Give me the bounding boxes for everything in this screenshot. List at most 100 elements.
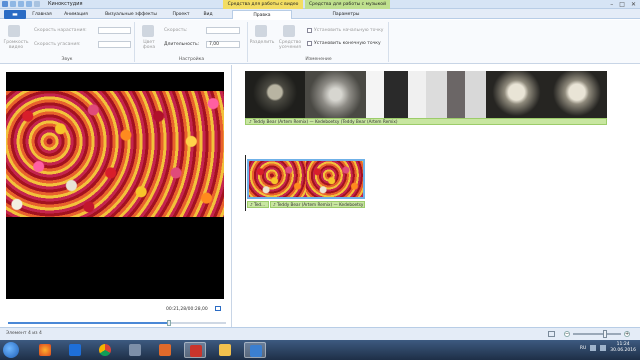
set-end-label[interactable]: Установить конечную точку: [314, 41, 381, 46]
duration-combo[interactable]: 7,00: [206, 41, 240, 48]
video-preview[interactable]: [6, 72, 224, 299]
fade-in-combo[interactable]: [98, 27, 131, 34]
taskbar-movie-maker[interactable]: [244, 342, 266, 358]
background-color-icon[interactable]: [142, 25, 154, 37]
network-icon[interactable]: [590, 345, 597, 351]
quick-access-toolbar: [2, 1, 40, 7]
taskbar-app-4[interactable]: [124, 342, 146, 358]
zoom-out-button[interactable]: −: [564, 331, 570, 337]
clock[interactable]: 11:24 30.06.2016: [610, 342, 636, 354]
tab-view[interactable]: Вид: [198, 10, 218, 19]
clip-thumbnail: [306, 161, 363, 197]
tab-animations[interactable]: Анимация: [60, 10, 92, 19]
volume-icon[interactable]: [600, 345, 607, 351]
video-frame-roses: [6, 91, 224, 217]
start-button[interactable]: [3, 342, 19, 358]
video-volume-label: Громкость видео: [3, 40, 29, 50]
zoom-in-button[interactable]: +: [624, 331, 630, 337]
clip-thumbnail: [249, 161, 306, 197]
clip-thumbnail: [546, 71, 607, 118]
tab-edit[interactable]: Правка: [232, 10, 292, 19]
taskbar-chrome[interactable]: [94, 342, 116, 358]
clip-thumbnail: [425, 71, 487, 118]
thumbnail-size-icon[interactable]: [548, 331, 555, 337]
fade-out-label: Скорость угасания:: [34, 42, 81, 47]
redo-icon[interactable]: [26, 1, 32, 7]
taskbar-app-6[interactable]: [184, 342, 206, 358]
status-item-count: Элемент 4 из 4: [6, 331, 42, 336]
group-sound-label: Звук: [61, 57, 73, 62]
tab-project[interactable]: Проект: [168, 10, 194, 19]
set-start-icon[interactable]: [307, 28, 312, 33]
fade-out-combo[interactable]: [98, 41, 131, 48]
language-indicator[interactable]: RU: [580, 346, 586, 351]
split-label: Разделить: [249, 40, 275, 45]
clip-thumbnail: [365, 71, 426, 118]
minimize-button[interactable]: –: [610, 0, 613, 9]
clock-date: 30.06.2016: [610, 348, 636, 353]
taskbar-firefox[interactable]: [34, 342, 56, 358]
group-adjust-label: Настройка: [178, 57, 205, 62]
storyboard-pane: ♪ Teddy Bear (Artem Remix) — Kedeboetsy …: [233, 65, 640, 327]
clip-thumbnail: [305, 71, 366, 118]
taskbar-app-5[interactable]: [154, 342, 176, 358]
music-track-1[interactable]: ♪ Teddy Bear (Artem Remix) — Kedeboetsy …: [245, 118, 607, 125]
tab-visual-effects[interactable]: Визуальные эффекты: [98, 10, 164, 19]
maximize-button[interactable]: □: [619, 0, 625, 9]
app-icon: [190, 345, 202, 357]
seek-bar-fill: [8, 322, 170, 324]
media-player-icon: [69, 344, 81, 356]
ribbon-tabs: ▬ Главная Анимация Визуальные эффекты Пр…: [0, 9, 640, 19]
timecode-display: 00:21,28/00:28,00: [166, 307, 208, 312]
undo-icon[interactable]: [18, 1, 24, 7]
group-adjust: Цвет фона Скорость: Длительность: 7,00 Н…: [136, 22, 248, 62]
trim-tool-label: Средство усечения: [278, 40, 302, 50]
seek-bar-thumb[interactable]: [167, 320, 172, 326]
set-start-label[interactable]: Установить начальную точку: [314, 28, 383, 33]
tab-home[interactable]: Главная: [30, 10, 54, 19]
preview-pane: 00:21,28/00:28,00 ◀| ▶ |▶: [0, 65, 232, 341]
speed-label: Скорость:: [164, 28, 188, 33]
timeline-cursor[interactable]: [245, 155, 246, 211]
trim-tool-icon[interactable]: [283, 25, 295, 37]
set-end-icon[interactable]: [307, 41, 312, 46]
group-sound: Громкость видео Скорость нарастания: Ско…: [0, 22, 135, 62]
music-track-2b[interactable]: ♪ Teddy Bear (Artem Remix) — Kedeboetsy …: [270, 201, 365, 208]
customize-qat-icon[interactable]: [34, 1, 40, 7]
zoom-slider-thumb[interactable]: [603, 330, 607, 338]
window-title: Кинокстудия: [48, 1, 83, 7]
background-color-label: Цвет фона: [142, 40, 156, 50]
close-button[interactable]: ✕: [631, 0, 636, 9]
duration-label: Длительность:: [164, 42, 200, 47]
firefox-icon: [39, 344, 51, 356]
chrome-icon: [99, 344, 111, 356]
file-menu-button[interactable]: ▬: [4, 10, 26, 19]
group-editing: Разделить Средство усечения Установить н…: [249, 22, 389, 62]
taskbar-media-player[interactable]: [64, 342, 86, 358]
taskbar: RU 11:24 30.06.2016: [0, 340, 640, 360]
movie-maker-icon: [250, 345, 262, 357]
ribbon-panel: Громкость видео Скорость нарастания: Ско…: [0, 20, 640, 64]
tab-options[interactable]: Параметры: [316, 10, 376, 19]
group-editing-label: Изменение: [305, 57, 332, 62]
folder-icon: [219, 344, 231, 356]
clip-thumbnail: [486, 71, 547, 118]
zoom-slider[interactable]: [573, 330, 621, 338]
app-icon: [129, 344, 141, 356]
title-bar: Кинокстудия Средства для работы с видео …: [0, 0, 640, 9]
split-icon[interactable]: [255, 25, 267, 37]
save-icon[interactable]: [10, 1, 16, 7]
speed-combo[interactable]: [206, 27, 240, 34]
status-bar: Элемент 4 из 4 − +: [0, 327, 640, 340]
app-icon[interactable]: [2, 1, 8, 7]
system-tray: RU 11:24 30.06.2016: [580, 342, 636, 354]
taskbar-explorer[interactable]: [214, 342, 236, 358]
video-clip-1[interactable]: [245, 71, 607, 118]
clip-thumbnail: [245, 71, 306, 118]
video-clip-2-selected[interactable]: [247, 159, 365, 199]
seek-bar[interactable]: [8, 320, 226, 326]
music-track-2a[interactable]: ♪ Ted...: [247, 201, 269, 208]
zoom-control: − +: [548, 330, 630, 338]
fullscreen-icon[interactable]: [215, 306, 221, 311]
volume-icon[interactable]: [8, 25, 20, 37]
